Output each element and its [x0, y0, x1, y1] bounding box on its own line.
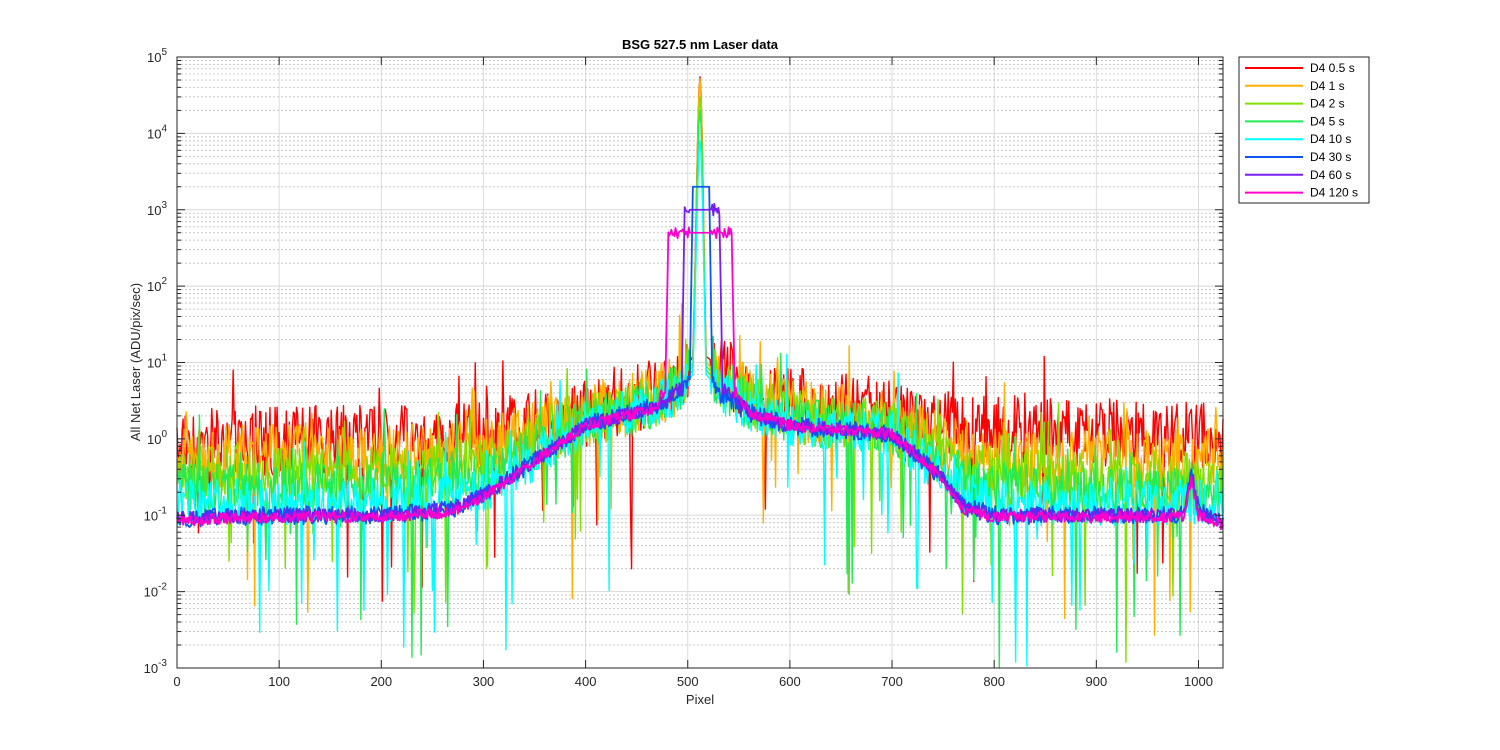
x-tick-label: 600 — [779, 674, 801, 689]
x-tick-label: 500 — [677, 674, 699, 689]
x-tick-label: 1000 — [1184, 674, 1213, 689]
legend-entry: D4 0.5 s — [1310, 61, 1355, 75]
legend-entry: D4 30 s — [1310, 150, 1351, 164]
legend-entry: D4 120 s — [1310, 186, 1358, 200]
x-tick-label: 0 — [173, 674, 180, 689]
y-axis-label: All Net Laser (ADU/pix/sec) — [128, 283, 143, 441]
legend-entry: D4 2 s — [1310, 97, 1345, 111]
x-tick-label: 300 — [473, 674, 495, 689]
chart: 0 100 200 300 400 500 600 700 800 900 100010-310-2… — [0, 0, 1500, 750]
x-axis-label: Pixel — [686, 692, 714, 707]
x-tick-label: 200 — [370, 674, 392, 689]
chart-title: BSG 527.5 nm Laser data — [622, 37, 779, 52]
x-tick-label: 400 — [575, 674, 597, 689]
legend-entry: D4 1 s — [1310, 79, 1345, 93]
legend-entry: D4 60 s — [1310, 168, 1351, 182]
x-tick-label: 800 — [983, 674, 1005, 689]
legend: D4 0.5 s D4 1 s D4 2 s D4 5 s D4 10 s D4 30 s… — [1238, 56, 1370, 204]
x-tick-label: 100 — [268, 674, 290, 689]
legend-entry: D4 5 s — [1310, 114, 1345, 128]
x-tick-label: 900 — [1085, 674, 1107, 689]
legend-entry: D4 10 s — [1310, 132, 1351, 146]
x-tick-label: 700 — [881, 674, 903, 689]
